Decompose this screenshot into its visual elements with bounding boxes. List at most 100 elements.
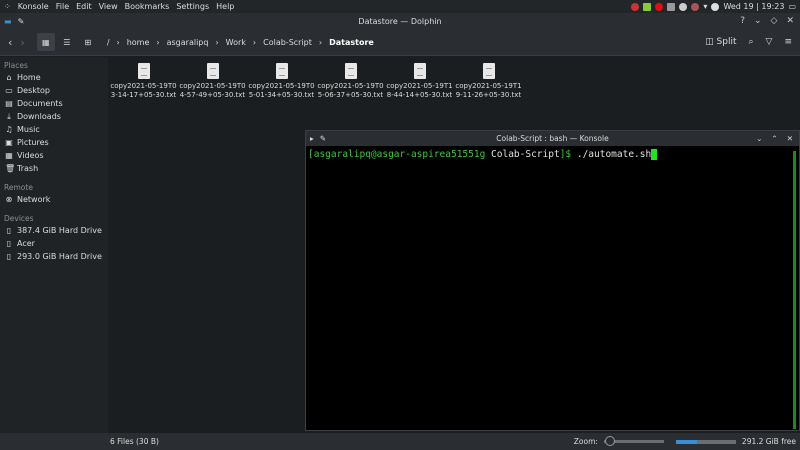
crumb-home[interactable]: home (127, 38, 150, 47)
file-item[interactable]: copy2021-05-19T19-11-26+05-30.txt (454, 63, 523, 99)
sidebar-item-label: 293.0 GiB Hard Drive (17, 252, 102, 261)
split-icon: ◫ (705, 37, 714, 47)
zoom-slider[interactable] (603, 436, 664, 446)
window-titlebar: ▬ ✎ Datastore — Dolphin ? ⌄ ◇ ✕ (0, 13, 800, 29)
top-panel: ⁘ Konsole File Edit View Bookmarks Setti… (0, 0, 800, 13)
file-name: copy2021-05-19T05-01-34+05-30.txt (248, 82, 315, 99)
menu-bookmarks[interactable]: Bookmarks (125, 2, 170, 11)
show-desktop-icon[interactable]: ▭ (788, 2, 796, 11)
search-icon[interactable]: ⌕ (748, 37, 753, 47)
place-music[interactable]: ♫ Music (0, 123, 108, 136)
place-icon: ▣ (5, 138, 13, 147)
details-view-button[interactable]: ⊞ (79, 33, 97, 51)
hamburger-menu-icon[interactable]: ≡ (784, 37, 792, 47)
place-documents[interactable]: ▤ Documents (0, 97, 108, 110)
file-item[interactable]: copy2021-05-19T18-44-14+05-30.txt (385, 63, 454, 99)
file-item[interactable]: copy2021-05-19T04-57-49+05-30.txt (178, 63, 247, 99)
device-293-0-gib-hard-drive[interactable]: ▯ 293.0 GiB Hard Drive (0, 250, 108, 263)
devices-header: Devices (4, 214, 34, 223)
close-icon[interactable]: ✕ (786, 16, 794, 26)
window-title: Datastore — Dolphin (358, 16, 442, 26)
maximize-icon[interactable]: ⌃ (771, 134, 777, 143)
place-icon: ⌂ (6, 73, 12, 82)
places-panel: Places ⌂ Home ▭ Desktop ▤ Documents ⤓ Downloads… (0, 57, 108, 433)
place-icon: ▤ (5, 99, 13, 108)
crumb-current[interactable]: Datastore (329, 38, 374, 47)
tray-app-icon[interactable] (631, 2, 640, 11)
night-color-icon[interactable] (711, 2, 720, 11)
terminal-scrollbar[interactable] (793, 151, 796, 429)
place-icon: 🗑 (5, 164, 16, 173)
menu-file[interactable]: File (56, 2, 69, 11)
close-icon[interactable]: ✕ (787, 134, 793, 143)
place-icon: ▭ (5, 86, 13, 95)
minimize-icon[interactable]: ⌄ (756, 134, 762, 143)
back-button[interactable]: ‹ (8, 36, 12, 49)
maximize-icon[interactable]: ◇ (771, 16, 778, 26)
device-icon: ▯ (6, 239, 12, 248)
device-icon: ▯ (6, 226, 12, 235)
sidebar-item-label: Videos (17, 151, 44, 160)
menu-view[interactable]: View (99, 2, 118, 11)
crumb-user[interactable]: asgaralipq (167, 38, 209, 47)
crumb-root[interactable]: / (107, 38, 110, 47)
remote-header: Remote (4, 183, 33, 192)
zoom-label: Zoom: (573, 437, 598, 446)
menu-edit[interactable]: Edit (76, 2, 92, 11)
sidebar-item-label: 387.4 GiB Hard Drive (17, 226, 102, 235)
split-button[interactable]: ◫ Split (705, 37, 736, 47)
menu-help[interactable]: Help (216, 2, 234, 11)
status-summary: 6 Files (30 B) (110, 437, 159, 446)
text-file-icon (137, 63, 150, 79)
remote-network[interactable]: ⊗ Network (0, 193, 108, 206)
sidebar-item-label: Pictures (17, 138, 49, 147)
menu-konsole[interactable]: Konsole (18, 2, 49, 11)
place-trash[interactable]: 🗑 Trash (0, 162, 108, 175)
status-bar: 6 Files (30 B) Zoom: 291.2 GiB free (0, 433, 800, 450)
disk-usage-bar (675, 439, 736, 444)
text-file-icon (344, 63, 357, 79)
app-menu: ⁘ Konsole File Edit View Bookmarks Setti… (0, 2, 234, 11)
sidebar-item-label: Documents (17, 99, 63, 108)
place-desktop[interactable]: ▭ Desktop (0, 84, 108, 97)
file-item[interactable]: copy2021-05-19T05-06-37+05-30.txt (316, 63, 385, 99)
device-acer[interactable]: ▯ Acer (0, 237, 108, 250)
tray-expand-icon[interactable]: ▾ (703, 2, 707, 11)
file-name: copy2021-05-19T03-14-17+05-30.txt (110, 82, 177, 99)
text-file-icon (206, 63, 219, 79)
zoom-slider-handle[interactable] (604, 436, 615, 446)
forward-button[interactable]: › (20, 36, 24, 49)
crumb-work[interactable]: Work (226, 38, 246, 47)
network-icon[interactable] (691, 2, 700, 11)
help-icon[interactable]: ? (740, 16, 745, 26)
place-downloads[interactable]: ⤓ Downloads (0, 110, 108, 123)
icons-view-button[interactable]: ▦ (36, 33, 55, 51)
battery-icon[interactable] (643, 2, 652, 11)
konsole-titlebar: ▸ ✎ Colab-Script : bash — Konsole ⌄ ⌃ ✕ (306, 131, 799, 146)
clipboard-icon[interactable] (667, 2, 676, 11)
place-icon: ▦ (5, 151, 13, 160)
compact-view-button[interactable]: ☰ (58, 33, 76, 51)
place-home[interactable]: ⌂ Home (0, 71, 108, 84)
place-icon: ♫ (5, 125, 13, 134)
crumb-colab-script[interactable]: Colab-Script (263, 38, 312, 47)
filter-icon[interactable]: ▽ (766, 37, 773, 47)
volume-icon[interactable] (679, 2, 688, 11)
sidebar-item-label: Trash (17, 164, 39, 173)
place-pictures[interactable]: ▣ Pictures (0, 136, 108, 149)
file-item[interactable]: copy2021-05-19T03-14-17+05-30.txt (109, 63, 178, 99)
system-tray: ▾ Wed 19 | 19:23 ▭ (631, 0, 796, 13)
sidebar-item-label: Music (17, 125, 40, 134)
minimize-icon[interactable]: ⌄ (754, 16, 762, 26)
sidebar-item-label: Home (17, 73, 41, 82)
device-387-4-gib-hard-drive[interactable]: ▯ 387.4 GiB Hard Drive (0, 224, 108, 237)
menu-settings[interactable]: Settings (176, 2, 209, 11)
device-icon: ▯ (6, 252, 12, 261)
konsole-title: Colab-Script : bash — Konsole (496, 134, 609, 143)
terminal[interactable]: [asgaralipq@asgar-aspirea51551g Colab-Sc… (306, 146, 799, 163)
file-name: copy2021-05-19T19-11-26+05-30.txt (455, 82, 522, 99)
tray-red-icon[interactable] (655, 2, 664, 11)
file-item[interactable]: copy2021-05-19T05-01-34+05-30.txt (247, 63, 316, 99)
place-videos[interactable]: ▦ Videos (0, 149, 108, 162)
clock[interactable]: Wed 19 | 19:23 (723, 2, 784, 11)
